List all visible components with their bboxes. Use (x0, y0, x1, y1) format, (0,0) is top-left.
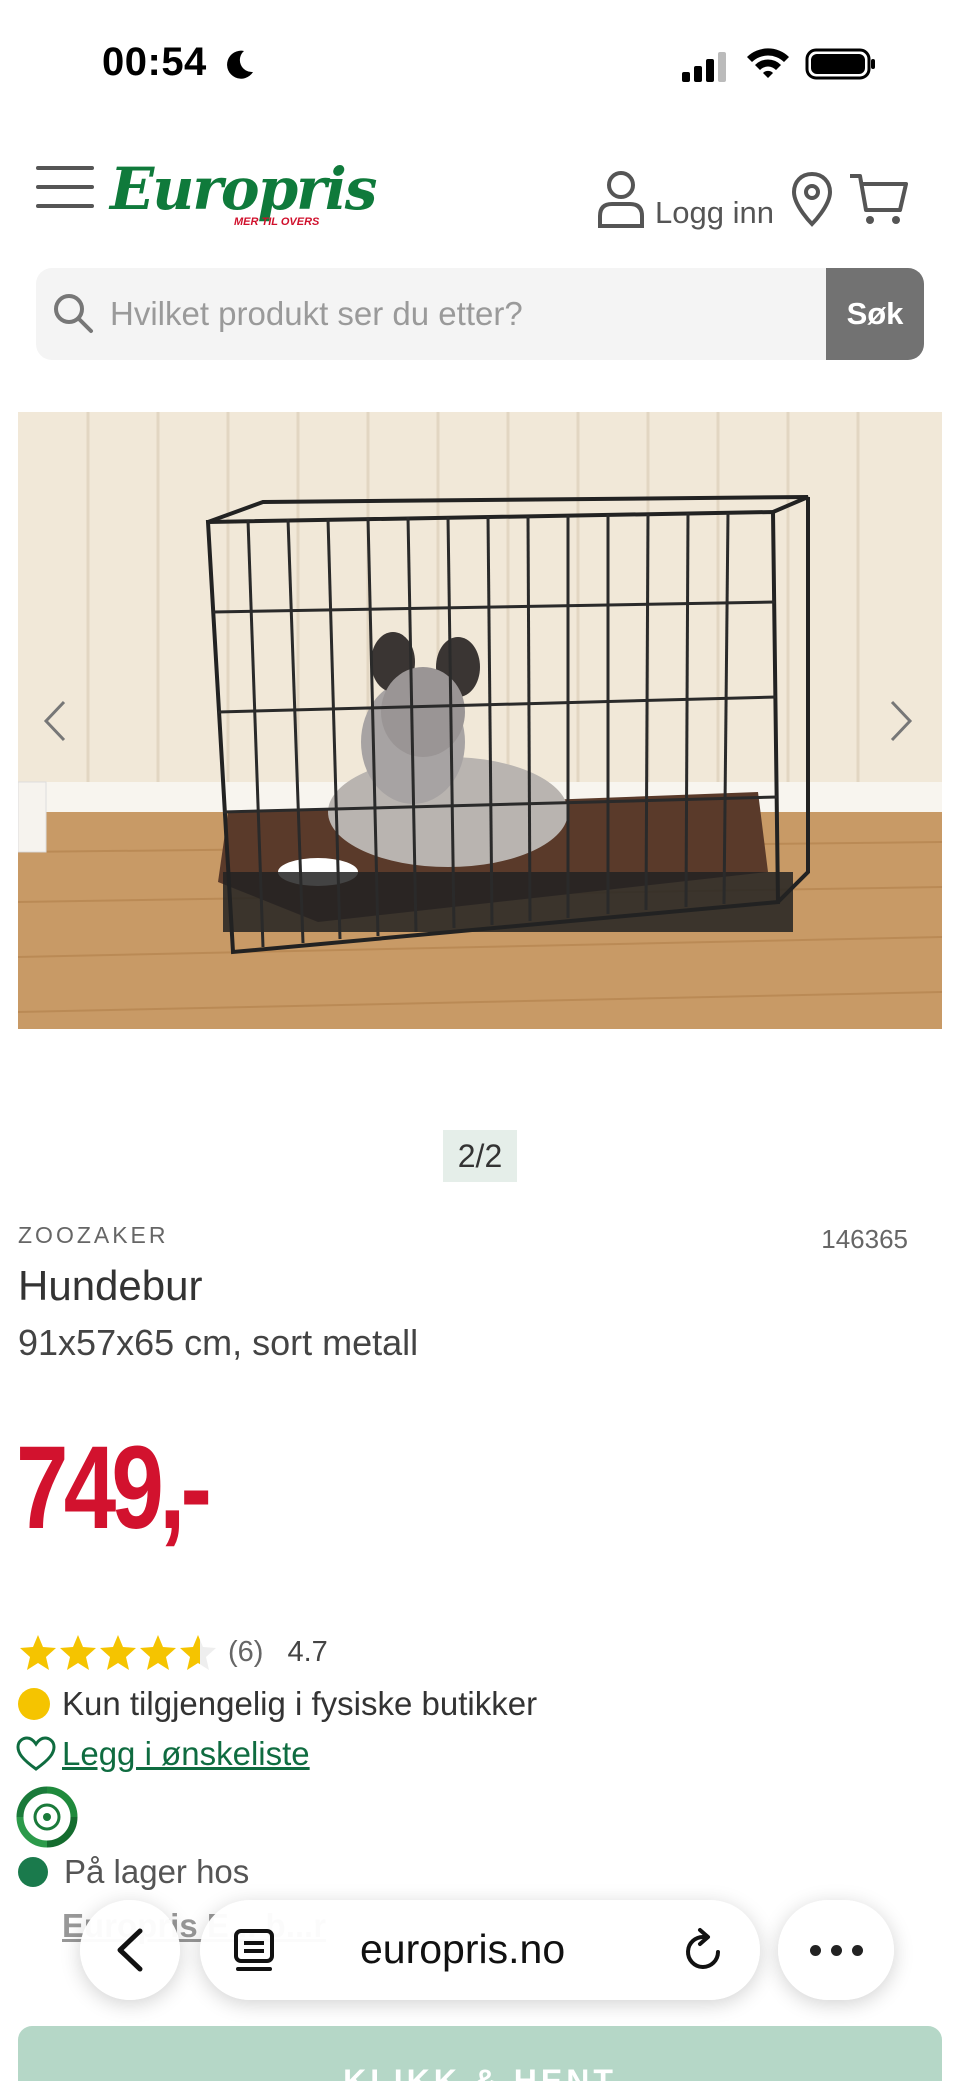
status-bar: 00:54 (0, 0, 960, 130)
product-sku: 146365 (821, 1224, 908, 1254)
product-image[interactable] (18, 412, 942, 1029)
signal-icon (682, 52, 726, 82)
availability-text: Kun tilgjengelig i fysiske butikker (62, 1685, 538, 1722)
dot (830, 1944, 842, 1956)
cart-icon[interactable] (848, 170, 910, 228)
heart-icon (16, 1736, 56, 1771)
more-options-button[interactable] (778, 1900, 894, 2000)
rating-value: 4.7 (287, 1635, 328, 1668)
star-icon (20, 1635, 56, 1670)
battery-icon (805, 48, 875, 80)
search-input[interactable] (110, 268, 810, 360)
eco-recycle-icon (16, 1786, 78, 1848)
product-price: 749,- (16, 1422, 212, 1554)
availability-row: Kun tilgjengelig i fysiske butikker (18, 1684, 537, 1724)
stock-row: På lager hos (18, 1850, 249, 1894)
moon-icon (227, 50, 253, 79)
rating-count: (6) (228, 1635, 264, 1668)
search-button[interactable]: Søk (826, 268, 924, 360)
rating-row[interactable]: (6) 4.7 (18, 1632, 328, 1672)
dot (851, 1944, 863, 1956)
tabs-icon[interactable] (230, 1925, 278, 1975)
product-page: 00:54 Europris MER TIL OVERS Logg inn Hv… (0, 0, 960, 2081)
image-pager: 2/2 (443, 1130, 517, 1182)
europris-logo[interactable]: Europris MER TIL OVERS (110, 155, 377, 230)
reload-icon[interactable] (680, 1926, 728, 1976)
search-icon (54, 294, 93, 333)
half-star-icon (180, 1635, 216, 1670)
location-pin-icon[interactable] (790, 170, 834, 228)
status-time: 00:54 (102, 40, 207, 84)
url-text[interactable]: europris.no (360, 1926, 565, 1973)
logo-tagline: MER TIL OVERS (234, 216, 320, 228)
wifi-icon (747, 48, 789, 78)
product-title: Hundebur (18, 1262, 203, 1309)
wishlist-label: Legg i ønskeliste (62, 1735, 310, 1772)
rating-stars (18, 1633, 218, 1671)
chevron-left-icon (117, 1928, 143, 1972)
star-icon (100, 1635, 136, 1670)
browser-back-button[interactable] (80, 1900, 180, 2000)
product-brand[interactable]: ZOOZAKER (18, 1222, 169, 1249)
logo-text: Europris (110, 155, 377, 223)
stock-text: På lager hos (64, 1853, 250, 1890)
login-link[interactable]: Logg inn (655, 195, 774, 231)
availability-dot (18, 1688, 50, 1720)
chevron-left-icon[interactable] (36, 696, 76, 746)
wishlist-link[interactable]: Legg i ønskeliste (16, 1734, 310, 1774)
user-icon[interactable] (596, 170, 646, 228)
dog-cage-photo (18, 412, 942, 1029)
chevron-right-icon[interactable] (880, 696, 920, 746)
product-subtitle: 91x57x65 cm, sort metall (18, 1322, 419, 1363)
star-icon (60, 1635, 96, 1670)
menu-icon[interactable] (36, 166, 94, 210)
click-collect-button[interactable]: KLIKK & HENT (18, 2026, 942, 2081)
star-icon (140, 1635, 176, 1670)
dot (809, 1944, 821, 1956)
stock-dot (18, 1857, 48, 1887)
